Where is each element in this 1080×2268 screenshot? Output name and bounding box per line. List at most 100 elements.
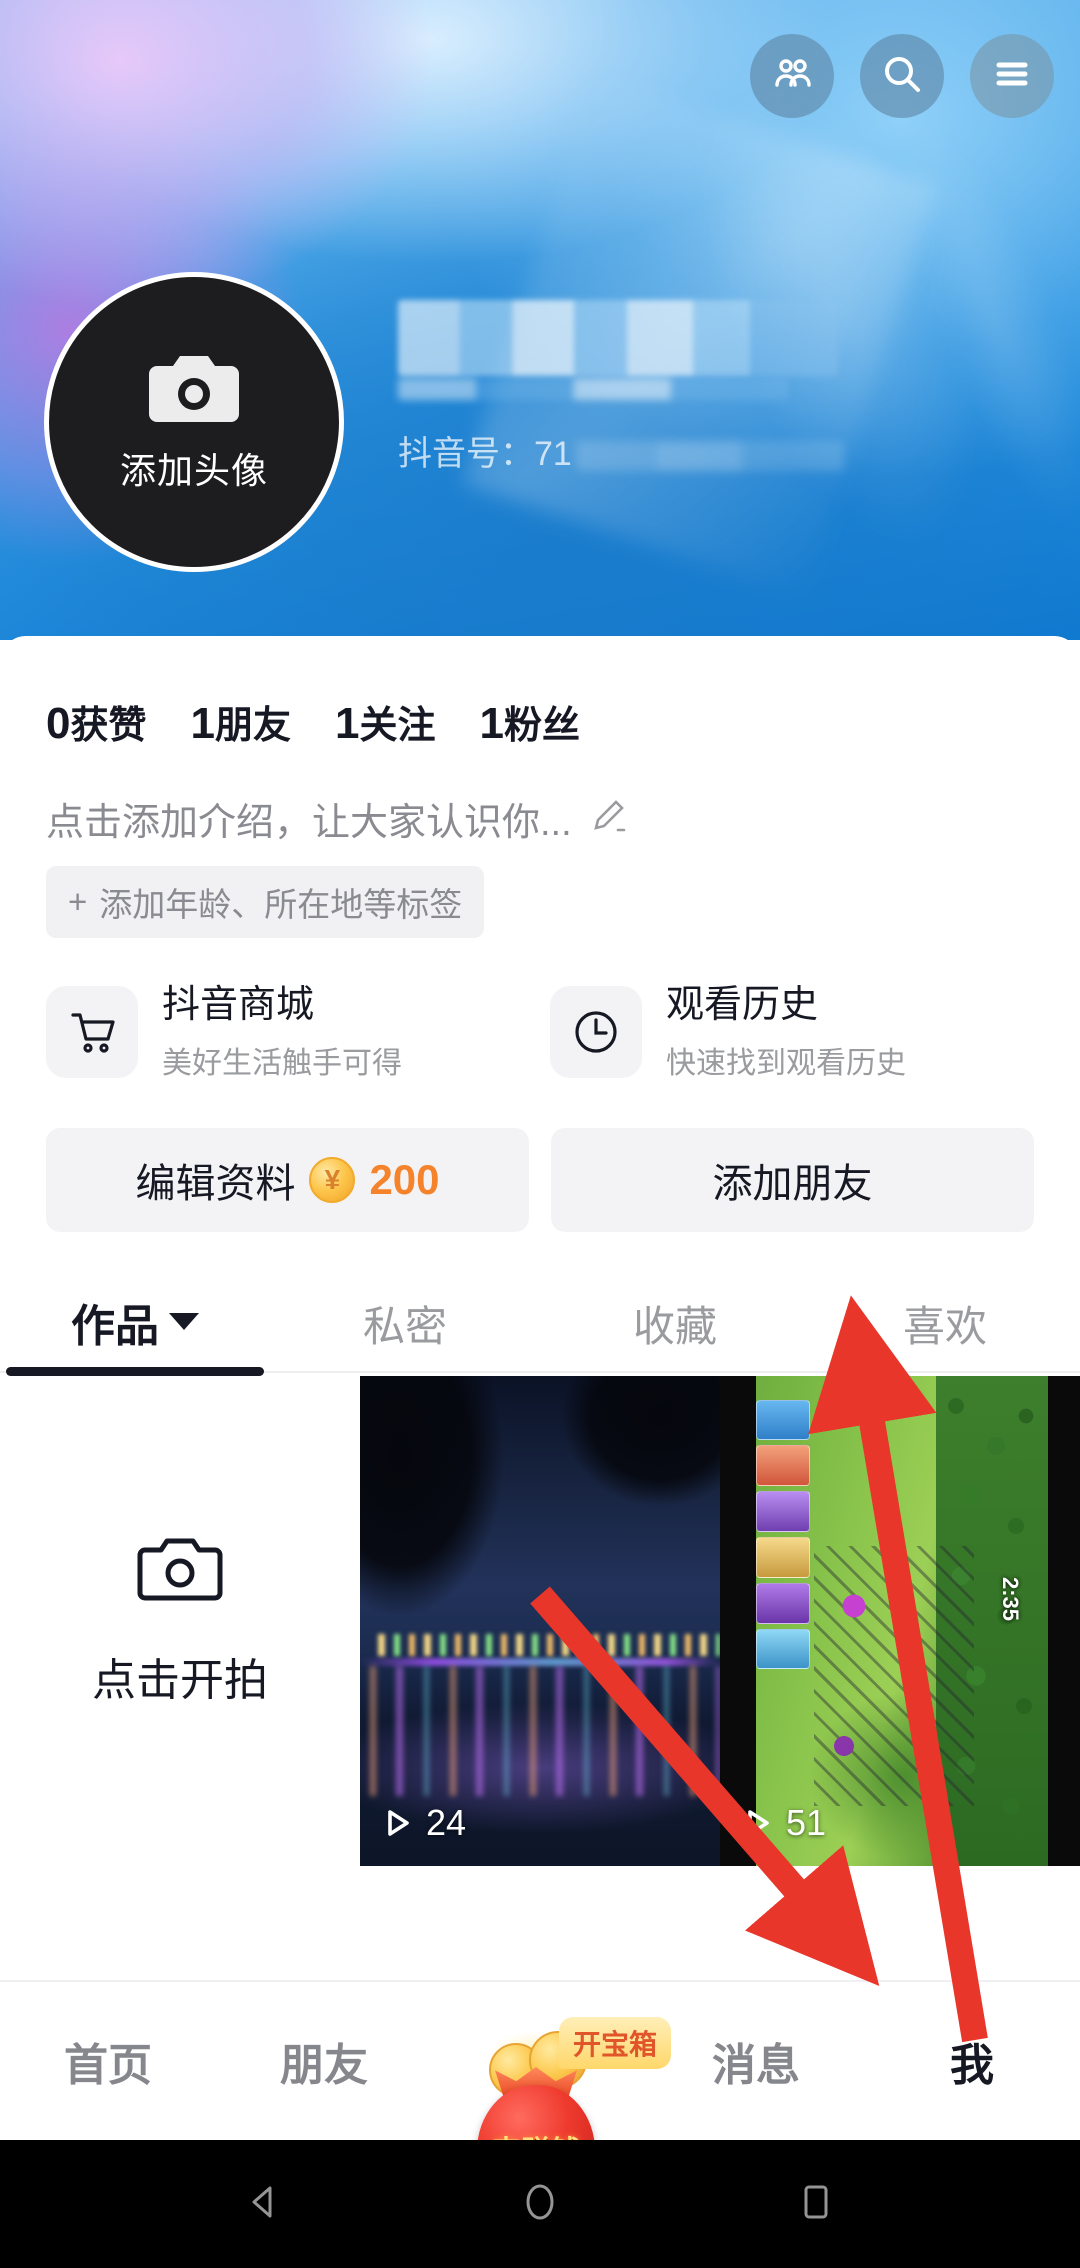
add-friend-button[interactable]: 添加朋友 xyxy=(551,1127,1034,1232)
works-grid: 点击开拍 24 2:35 51 xyxy=(0,1375,1080,1866)
cart-icon xyxy=(46,985,138,1078)
tab-works-label: 作品 xyxy=(71,1301,159,1351)
troop-card xyxy=(756,1536,810,1578)
thumb2-game-scene: 2:35 xyxy=(756,1375,1048,1866)
stat-likes-label: 获赞 xyxy=(70,705,147,747)
recents-icon[interactable] xyxy=(793,2179,839,2230)
stat-friends[interactable]: 1朋友 xyxy=(191,694,292,749)
play-count-value: 24 xyxy=(426,1801,467,1843)
home-icon[interactable] xyxy=(517,2179,563,2230)
tab-liked-label: 喜欢 xyxy=(902,1302,987,1350)
video-thumbnail-1[interactable]: 24 xyxy=(360,1375,720,1866)
play-count-badge: 51 xyxy=(738,1802,826,1844)
tab-liked[interactable]: 喜欢 xyxy=(810,1293,1080,1376)
profile-identity[interactable]: 抖音号：71 xyxy=(398,300,958,475)
play-count-value: 51 xyxy=(786,1801,827,1843)
nav-profile[interactable]: 我 xyxy=(864,2029,1080,2093)
add-tags-chip[interactable]: + 添加年龄、所在地等标签 xyxy=(46,866,485,938)
thumb1-shore-lights xyxy=(378,1633,720,1656)
username-redacted-line2 xyxy=(398,378,788,400)
shortcut-history[interactable]: 观看历史 快速找到观看历史 xyxy=(550,982,1034,1082)
bio-edit-row[interactable]: 点击添加介绍，让大家认识你... xyxy=(0,749,1080,846)
troop-card xyxy=(756,1491,810,1532)
douyin-id-redacted xyxy=(575,441,844,472)
thumb1-light-line xyxy=(360,1657,720,1666)
profile-action-buttons: 编辑资料 200 添加朋友 xyxy=(0,1082,1080,1232)
content-tabs: 作品 私密 收藏 喜欢 xyxy=(0,1232,1080,1376)
plus-icon: + xyxy=(68,883,88,920)
coin-icon xyxy=(309,1156,356,1203)
add-tags-label: 添加年龄、所在地等标签 xyxy=(99,886,463,923)
video-thumbnail-2[interactable]: 2:35 51 xyxy=(720,1375,1080,1866)
menu-icon xyxy=(989,51,1035,102)
tab-favorites[interactable]: 收藏 xyxy=(540,1293,810,1376)
shortcut-mall-title: 抖音商城 xyxy=(162,984,315,1026)
bio-placeholder: 点击添加介绍，让大家认识你... xyxy=(46,802,572,844)
stat-followers-count: 1 xyxy=(479,699,504,748)
nav-profile-label: 我 xyxy=(950,2041,994,2090)
shortcut-history-subtitle: 快速找到观看历史 xyxy=(666,1046,906,1080)
shortcut-mall[interactable]: 抖音商城 美好生活触手可得 xyxy=(46,982,530,1082)
thumb1-water-reflection xyxy=(370,1665,720,1796)
troop-card xyxy=(756,1445,810,1487)
add-friend-label: 添加朋友 xyxy=(712,1161,873,1206)
avatar-add-photo[interactable]: 添加头像 xyxy=(44,272,344,572)
tab-private[interactable]: 私密 xyxy=(270,1293,540,1376)
shortcut-cards-row: 抖音商城 美好生活触手可得 观看历史 快速找到观看历史 xyxy=(0,938,1080,1082)
nav-friends[interactable]: 朋友 xyxy=(216,2029,432,2093)
play-icon xyxy=(388,1809,409,1836)
friends-icon xyxy=(768,50,816,103)
bottom-navigation-bar: 首页 朋友 来赚钱 开宝箱 消息 我 xyxy=(0,1980,1080,2195)
pencil-icon xyxy=(588,796,628,841)
stat-likes-count: 0 xyxy=(46,699,71,748)
profile-stats-row: 0获赞 1朋友 1关注 1粉丝 xyxy=(0,636,1080,749)
start-shooting-label: 点击开拍 xyxy=(92,1656,268,1705)
username-redacted xyxy=(398,300,838,376)
active-tab-indicator xyxy=(6,1366,264,1376)
profile-tags-row: + 添加年龄、所在地等标签 xyxy=(0,846,1080,938)
tab-works[interactable]: 作品 xyxy=(0,1290,270,1376)
search-icon xyxy=(878,50,926,103)
nav-home[interactable]: 首页 xyxy=(0,2029,216,2093)
header-action-buttons xyxy=(750,34,1054,118)
shortcut-history-title: 观看历史 xyxy=(666,984,819,1026)
thumb2-timer: 2:35 xyxy=(997,1576,1023,1621)
camera-icon xyxy=(137,1533,223,1608)
avatar-label: 添加头像 xyxy=(119,450,268,491)
thumb2-troop-cards xyxy=(756,1399,810,1670)
play-count-badge: 24 xyxy=(378,1802,466,1844)
douyin-id-row[interactable]: 抖音号：71 xyxy=(398,426,958,475)
douyin-id-prefix: 抖音号： xyxy=(398,435,534,473)
stat-friends-label: 朋友 xyxy=(214,705,291,747)
troop-card xyxy=(756,1582,810,1624)
stat-followers-label: 粉丝 xyxy=(503,705,580,747)
profile-content-sheet: 0获赞 1朋友 1关注 1粉丝 点击添加介绍，让大家认识你... + 添加年龄、… xyxy=(0,636,1080,1976)
back-icon[interactable] xyxy=(241,2179,287,2230)
menu-button[interactable] xyxy=(970,34,1054,118)
chevron-down-icon[interactable] xyxy=(169,1313,199,1330)
stat-friends-count: 1 xyxy=(190,699,215,748)
stat-followers[interactable]: 1粉丝 xyxy=(480,694,581,749)
edit-profile-label: 编辑资料 xyxy=(135,1161,296,1206)
nav-messages[interactable]: 消息 xyxy=(648,2029,864,2093)
thumb2-base-layout xyxy=(814,1545,974,1806)
edit-profile-button[interactable]: 编辑资料 200 xyxy=(46,1127,529,1232)
start-shooting-cell[interactable]: 点击开拍 xyxy=(0,1375,360,1866)
stat-likes[interactable]: 0获赞 xyxy=(46,694,147,749)
stat-following-label: 关注 xyxy=(359,705,436,747)
tab-favorites-label: 收藏 xyxy=(632,1302,717,1350)
play-icon xyxy=(748,1809,769,1836)
douyin-profile-screen: 添加头像 抖音号：71 0获赞 1朋友 1关注 1粉丝 点击添加介绍，让大家认识… xyxy=(0,0,1080,2268)
android-system-navbar xyxy=(0,2140,1080,2268)
nav-messages-label: 消息 xyxy=(712,2041,800,2090)
stat-following-count: 1 xyxy=(335,699,360,748)
stat-following[interactable]: 1关注 xyxy=(335,694,436,749)
douyin-id-visible: 71 xyxy=(534,435,572,473)
clock-icon xyxy=(550,985,642,1078)
nav-friends-label: 朋友 xyxy=(280,2041,368,2090)
coin-reward-value: 200 xyxy=(369,1155,440,1203)
troop-card xyxy=(756,1628,810,1670)
camera-icon xyxy=(146,350,242,428)
search-button[interactable] xyxy=(860,34,944,118)
friends-button[interactable] xyxy=(750,34,834,118)
